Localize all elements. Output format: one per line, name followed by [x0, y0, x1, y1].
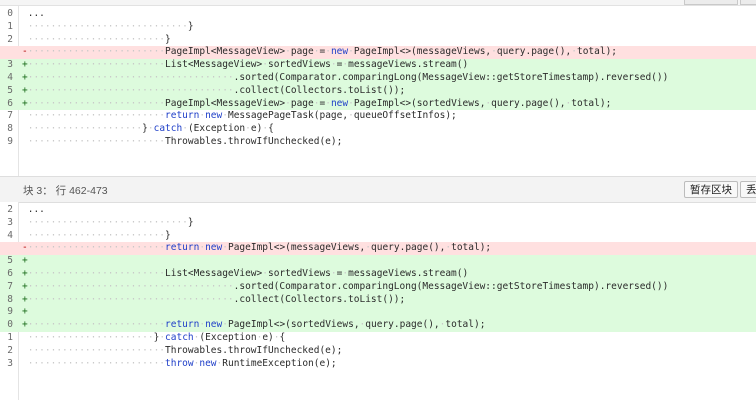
- context-line[interactable]: 1 ····························}: [0, 21, 756, 34]
- discard-hunk-button[interactable]: 丢: [740, 181, 756, 198]
- line-number: 5: [7, 84, 13, 96]
- line-number: 7: [7, 110, 13, 122]
- line-number: 2: [7, 344, 13, 356]
- context-line[interactable]: 1 ······················}·catch·(Excepti…: [0, 332, 756, 345]
- code-text: +: [22, 306, 28, 319]
- diff-hunk-2: 0 ... 1 ····························} 2 ··…: [0, 6, 756, 176]
- context-line[interactable]: 3 ····························}: [0, 217, 756, 230]
- context-line[interactable]: 8 ····················}·catch·(Exception…: [0, 123, 756, 136]
- line-number: 9: [7, 136, 13, 147]
- line-number: 1: [7, 20, 13, 32]
- code-text: ····························}: [27, 216, 194, 228]
- code-text: +: [22, 255, 28, 268]
- code-text: +····································.so…: [22, 72, 669, 83]
- code-text: ····························}: [27, 20, 194, 32]
- diff-sign: +: [22, 306, 28, 318]
- diff-sign: +: [22, 255, 28, 267]
- line-number: 8: [7, 293, 13, 305]
- added-line[interactable]: 9 +: [0, 306, 756, 320]
- line-number: 0: [7, 8, 13, 19]
- code-text: ························}: [27, 33, 171, 45]
- context-line[interactable]: 0 ...: [0, 8, 756, 21]
- previous-stage-hunk-button[interactable]: [684, 0, 738, 5]
- line-number: 0: [7, 319, 13, 331]
- line-number: 3: [7, 357, 13, 369]
- code-text: +····································.co…: [22, 293, 406, 305]
- previous-discard-hunk-button[interactable]: [740, 0, 756, 5]
- added-line[interactable]: 0 +························return·new·Pag…: [0, 319, 756, 332]
- context-line[interactable]: 2 ...: [0, 204, 756, 217]
- line-number: 9: [7, 306, 13, 318]
- code-text: ························Throwables.throw…: [27, 344, 343, 356]
- deleted-line[interactable]: -························PageImpl<Messag…: [0, 46, 756, 60]
- code-text: ...: [27, 204, 45, 215]
- code-text: ······················}·catch·(Exception…: [27, 332, 286, 343]
- code-text: ························throw·new·Runtim…: [27, 357, 337, 369]
- context-line[interactable]: 2 ························Throwables.thr…: [0, 345, 756, 358]
- added-line[interactable]: 6 +························List<MessageVi…: [0, 268, 756, 281]
- code-text: -························PageImpl<Messag…: [22, 46, 618, 58]
- code-text: +························PageImpl<Messag…: [22, 97, 612, 109]
- code-text: +························List<MessageVie…: [22, 59, 469, 71]
- added-line[interactable]: 7 +····································.s…: [0, 280, 756, 294]
- context-line[interactable]: 3 ························throw·new·Runt…: [0, 358, 756, 371]
- deleted-line[interactable]: -························return·new·Page…: [0, 242, 756, 256]
- added-line[interactable]: 8 +····································.c…: [0, 293, 756, 307]
- code-text: -························return·new·Page…: [22, 242, 492, 254]
- hunk-title: 块 3： 行 462-473: [23, 185, 108, 197]
- added-line[interactable]: 3 +························List<MessageVi…: [0, 59, 756, 72]
- hunk-header: 块 3： 行 462-473 暂存区块 丢: [0, 176, 756, 203]
- context-line[interactable]: 7 ························return·new·Mes…: [0, 110, 756, 123]
- code-text: ...: [27, 8, 45, 19]
- line-number: 5: [7, 255, 13, 267]
- line-number: 2: [7, 33, 13, 45]
- code-text: +························List<MessageVie…: [22, 268, 469, 279]
- added-line[interactable]: 5 +····································.c…: [0, 84, 756, 98]
- context-line[interactable]: 9 ························Throwables.thr…: [0, 136, 756, 149]
- stage-hunk-button[interactable]: 暂存区块: [684, 181, 738, 198]
- context-line[interactable]: 2 ························}: [0, 34, 756, 47]
- line-number: 6: [7, 97, 13, 109]
- added-line[interactable]: 4 +····································.s…: [0, 72, 756, 85]
- code-text: ····················}·catch·(Exception·e…: [27, 123, 274, 135]
- code-text: ························Throwables.throw…: [27, 136, 343, 147]
- context-line[interactable]: 4 ························}: [0, 230, 756, 243]
- line-number: 3: [7, 216, 13, 228]
- line-number: 3: [7, 59, 13, 71]
- line-number: 7: [7, 280, 13, 292]
- diff-hunk-3: 2 ... 3 ····························} 4 ··…: [0, 202, 756, 400]
- code-text: ························}: [27, 229, 171, 241]
- code-text: ························return·new·Messa…: [27, 110, 457, 122]
- code-text: +····································.so…: [22, 280, 669, 292]
- code-text: +························return·new·Page…: [22, 319, 486, 331]
- code-text: +····································.co…: [22, 84, 406, 96]
- line-number: 4: [7, 229, 13, 241]
- added-line[interactable]: 5 +: [0, 255, 756, 268]
- line-number: 4: [7, 72, 13, 83]
- line-number: 6: [7, 268, 13, 279]
- added-line[interactable]: 6 +························PageImpl<Messa…: [0, 97, 756, 111]
- line-number: 8: [7, 123, 13, 135]
- line-number: 2: [7, 204, 13, 215]
- line-number: 1: [7, 332, 13, 343]
